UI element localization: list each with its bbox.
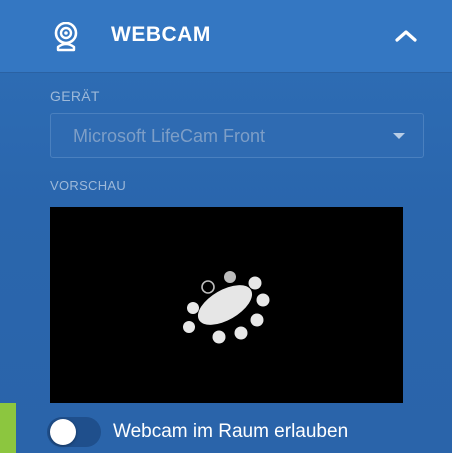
caret-down-icon — [393, 133, 405, 139]
webcam-icon — [54, 22, 78, 52]
device-selected-value: Microsoft LifeCam Front — [73, 126, 266, 146]
device-select[interactable]: Microsoft LifeCam Front — [50, 113, 424, 158]
webcam-preview — [50, 207, 403, 403]
allow-webcam-toggle[interactable] — [47, 417, 101, 447]
webcam-settings-panel: WEBCAM GERÄT Microsoft LifeCam Front VOR… — [0, 0, 452, 453]
section-title: WEBCAM — [111, 23, 211, 46]
toggle-knob — [50, 419, 76, 445]
device-label: GERÄT — [50, 88, 100, 104]
chevron-up-icon — [395, 30, 417, 42]
webcam-section-header[interactable]: WEBCAM — [0, 0, 452, 73]
allow-webcam-label: Webcam im Raum erlauben — [113, 421, 349, 442]
loading-spinner-icon — [183, 271, 270, 344]
accent-strip — [0, 403, 16, 453]
collapse-button[interactable] — [390, 22, 422, 50]
preview-label: VORSCHAU — [50, 178, 127, 193]
